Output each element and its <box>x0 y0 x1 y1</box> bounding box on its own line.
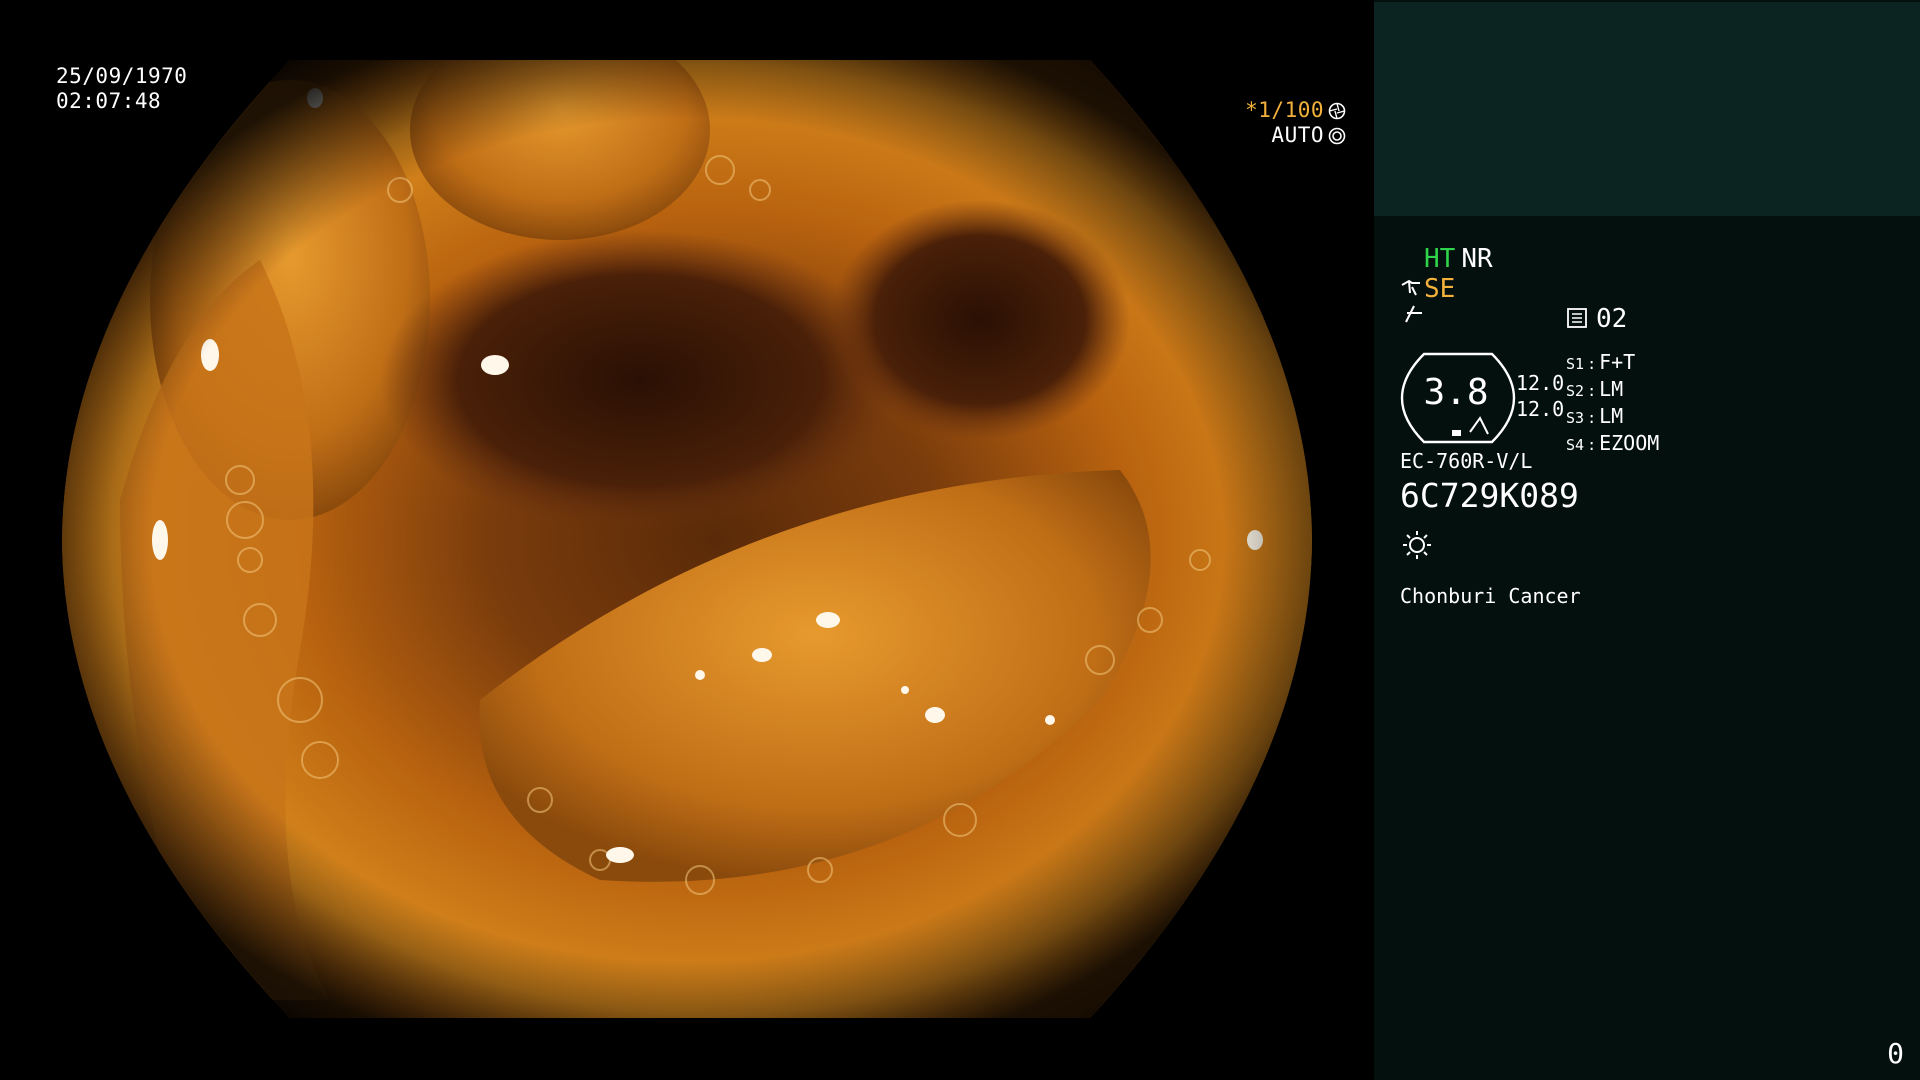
aperture-icon <box>1328 102 1346 120</box>
setting-value: LM <box>1599 377 1624 401</box>
monitor-mode-icon <box>1567 308 1587 328</box>
mode-value: 02 <box>1596 304 1628 334</box>
scope-switch-settings: S1: F+T S2: LM S3: LM S4: EZOOM <box>1566 350 1659 458</box>
hospital-name: Chonburi Cancer <box>1400 584 1581 608</box>
scope-serial: 6C729K089 <box>1400 476 1579 515</box>
scope-model: EC-760R-V/L <box>1400 449 1533 473</box>
setting-value: EZOOM <box>1599 431 1660 455</box>
setting-row-s3: S3: LM <box>1566 404 1624 428</box>
ht-indicator: HT <box>1424 244 1456 274</box>
gauge-upper: 12.0 <box>1516 371 1565 395</box>
date-time-overlay: 25/09/1970 02:07:48 <box>56 64 187 114</box>
iris-mode: AUTO <box>1245 123 1346 148</box>
light-source-icon <box>1403 531 1431 559</box>
iris-icon <box>1328 127 1346 145</box>
exposure-overlay: *1/100 AUTO <box>1245 98 1346 148</box>
setting-value: LM <box>1599 404 1624 428</box>
setting-key: S2 <box>1566 382 1585 400</box>
setting-key: S3 <box>1566 409 1585 427</box>
setting-value: F+T <box>1599 350 1636 374</box>
setting-key: S4 <box>1566 436 1585 454</box>
time-text: 02:07:48 <box>56 89 162 113</box>
gauge-value: 3.8 <box>1423 372 1489 413</box>
enhancement-status: HT NR <box>1424 244 1493 274</box>
frame-counter: 0 <box>1887 1037 1904 1070</box>
scope-image <box>62 60 1312 1018</box>
setting-row-s1: S1: F+T <box>1566 350 1636 374</box>
structure-icon <box>1405 305 1422 323</box>
scope-enhance-icon <box>1401 279 1420 296</box>
zoom-gauge: 3.8 <box>1400 352 1516 444</box>
shutter-speed: *1/100 <box>1245 98 1346 123</box>
date-text: 25/09/1970 <box>56 64 188 88</box>
monitor-mode: 02 <box>1566 304 1627 334</box>
nr-indicator: NR <box>1461 244 1493 274</box>
se-status: SE <box>1400 274 1455 304</box>
setting-row-s2: S2: LM <box>1566 377 1624 401</box>
gauge-numbers: 12.0 12.0 <box>1516 370 1564 422</box>
endoscopy-screen: 25/09/1970 02:07:48 *1/100 AUTO HT NR SE … <box>0 0 1920 1080</box>
panel-header-band <box>1374 2 1920 216</box>
setting-key: S1 <box>1566 355 1585 373</box>
structure-status <box>1402 304 1424 332</box>
endoscopic-video: 25/09/1970 02:07:48 *1/100 AUTO <box>0 0 1374 1080</box>
se-indicator: SE <box>1424 274 1456 304</box>
gauge-lower: 12.0 <box>1516 397 1565 421</box>
setting-row-s4: S4: EZOOM <box>1566 431 1660 455</box>
iris-mode-value: AUTO <box>1271 123 1324 147</box>
shutter-speed-value: *1/100 <box>1245 98 1324 122</box>
light-source-indicator <box>1402 530 1432 560</box>
info-panel: HTNR SE 02 3.8 12.0 12.0 S1:F+T S2:LM <box>1374 0 1920 1080</box>
